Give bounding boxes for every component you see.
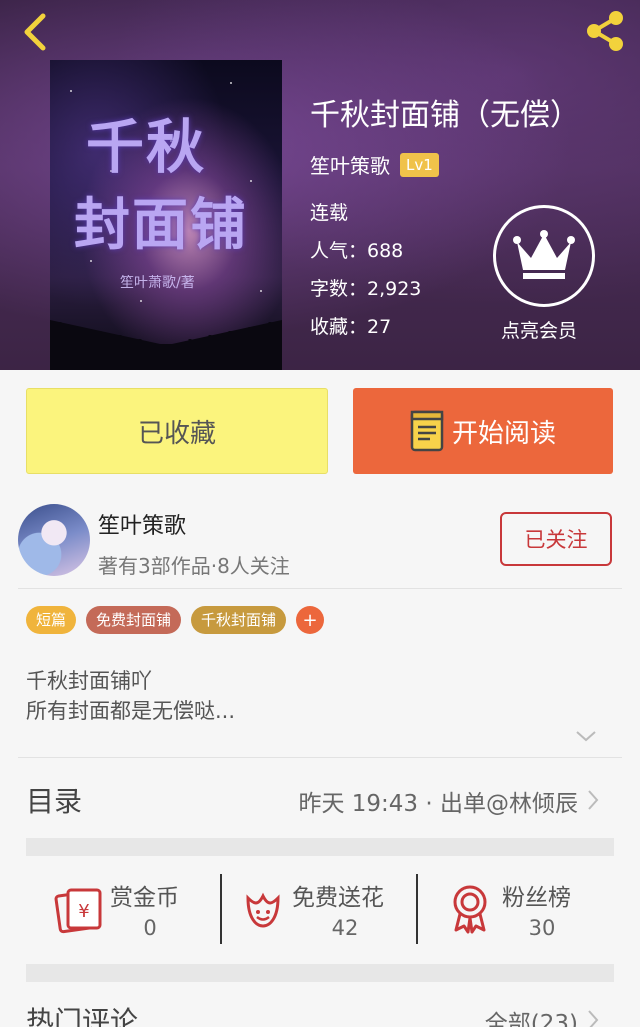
flower-icon (246, 892, 280, 928)
book-icon (410, 410, 444, 452)
action-bar: 已收藏 开始阅读 (0, 370, 640, 490)
intro-line: 所有封面都是无偿哒... (26, 699, 236, 723)
chevron-left-icon (24, 13, 46, 51)
section-separator (26, 838, 614, 856)
divider (18, 757, 622, 758)
author-card: 笙叶策歌 著有3部作品·8人关注 已关注 (0, 490, 640, 588)
word-count: 字数：2,923 (310, 278, 422, 300)
hot-comments-header: 热门评论 全部(23) (0, 990, 640, 1027)
divider (220, 874, 222, 944)
support-stats: ¥ 赏金币 0 免费送花 42 粉丝榜 30 (0, 856, 640, 964)
level-badge: Lv1 (400, 152, 439, 177)
stat-label: 粉丝榜 (502, 885, 571, 911)
avatar[interactable] (18, 504, 90, 576)
tag-short-story[interactable]: 短篇 (26, 606, 77, 634)
crown-icon (513, 230, 575, 279)
share-button[interactable] (580, 6, 630, 56)
add-tag-button[interactable]: + (296, 606, 325, 634)
favorites-count: 收藏：27 (310, 316, 392, 338)
author-name[interactable]: 笙叶策歌 (98, 508, 186, 540)
toc-title: 目录 (26, 785, 83, 818)
fan-ranking[interactable]: 粉丝榜 30 (440, 856, 600, 964)
free-flowers[interactable]: 免费送花 42 (240, 856, 416, 964)
cover-title-line2: 封面铺 (74, 192, 248, 258)
divider (18, 588, 622, 589)
cover-author-line: 笙叶萧歌/著 (120, 275, 195, 291)
divider (416, 874, 418, 944)
start-reading-label: 开始阅读 (451, 418, 556, 449)
stat-value: 42 (331, 916, 359, 940)
chevron-right-icon (588, 790, 599, 810)
popularity-count: 人气：688 (310, 240, 404, 262)
book-author-name[interactable]: 笙叶策歌 (310, 150, 390, 179)
serial-status: 连载 (310, 202, 349, 224)
chevron-right-icon (588, 1010, 599, 1027)
section-separator (26, 964, 614, 982)
expand-intro-button[interactable] (574, 728, 598, 747)
tag-free-cover-shop[interactable]: 免费封面铺 (86, 606, 182, 634)
author-stats: 著有3部作品·8人关注 (98, 554, 290, 578)
ribbon-badge-icon (453, 885, 487, 934)
table-of-contents-row[interactable]: 目录 昨天 19:43 · 出单@林倾辰 (0, 760, 640, 840)
share-icon (587, 11, 623, 51)
svg-text:¥: ¥ (78, 901, 89, 922)
follow-button[interactable]: 已关注 (500, 512, 612, 566)
favorite-button[interactable]: 已收藏 (26, 388, 328, 474)
stat-value: 0 (143, 916, 157, 940)
latest-chapter: 昨天 19:43 · 出单@林倾辰 (298, 791, 578, 817)
tag-qianqiu-cover-shop[interactable]: 千秋封面铺 (191, 606, 287, 634)
red-envelope-icon: ¥ (54, 888, 102, 934)
book-title: 千秋封面铺（无偿） (310, 98, 580, 133)
stat-value: 30 (528, 916, 556, 940)
reward-coins[interactable]: ¥ 赏金币 0 (50, 856, 220, 964)
chevron-down-icon (576, 731, 596, 742)
book-header: 千秋 封面铺 笙叶萧歌/著 千秋封面铺（无偿） 笙叶策歌 Lv1 连载 人气：6… (0, 0, 640, 370)
vip-button[interactable] (493, 205, 595, 307)
hot-comments-title: 热门评论 (26, 1005, 139, 1027)
all-comments-link[interactable]: 全部(23) (485, 1004, 578, 1027)
back-button[interactable] (14, 10, 54, 54)
book-cover[interactable]: 千秋 封面铺 笙叶萧歌/著 (50, 60, 282, 370)
start-reading-button[interactable]: 开始阅读 (353, 388, 613, 474)
book-intro[interactable]: 千秋封面铺吖 所有封面都是无偿哒... (26, 666, 235, 726)
tag-list: 短篇 免费封面铺 千秋封面铺 + (26, 606, 325, 634)
intro-line: 千秋封面铺吖 (26, 669, 152, 693)
cover-title-line1: 千秋 (86, 113, 207, 181)
stat-label: 免费送花 (292, 885, 384, 911)
vip-label[interactable]: 点亮会员 (501, 316, 577, 343)
bridge-silhouette (50, 320, 282, 370)
book-author-row: 笙叶策歌 Lv1 (310, 150, 439, 179)
stat-label: 赏金币 (110, 885, 179, 911)
